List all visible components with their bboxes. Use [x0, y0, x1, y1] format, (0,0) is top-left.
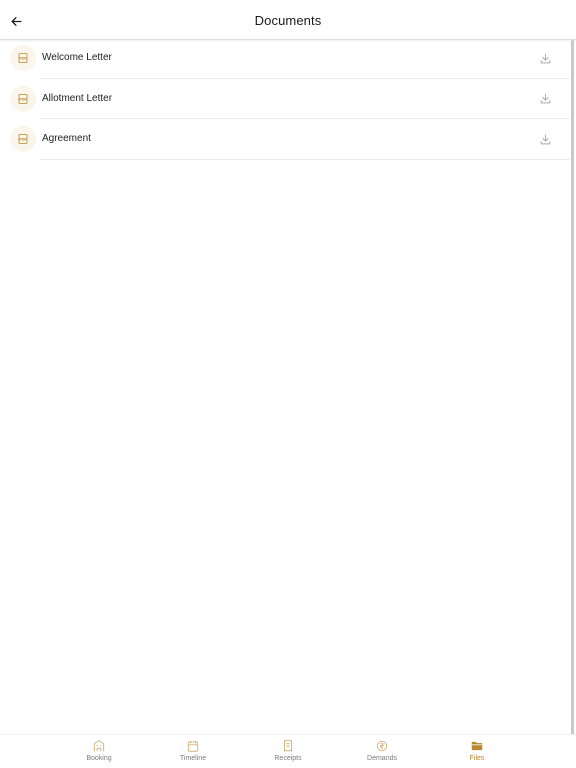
download-icon[interactable] [537, 131, 553, 147]
nav-item-timeline[interactable]: Timeline [163, 739, 223, 762]
nav-label: Demands [367, 755, 397, 762]
svg-text:PDF: PDF [20, 57, 28, 61]
folder-icon [471, 741, 483, 751]
nav-label: Timeline [179, 755, 207, 762]
document-label: Welcome Letter [42, 52, 112, 63]
pdf-file-icon: PDF [10, 45, 36, 71]
pdf-file-icon: PDF [10, 85, 36, 112]
nav-item-files[interactable]: Files [447, 739, 507, 762]
nav-label: Booking [86, 755, 112, 762]
document-label: Allotment Letter [42, 92, 113, 104]
document-item-allotment-letter[interactable]: PDF Allotment Letter [0, 79, 570, 119]
receipt-icon [284, 740, 292, 752]
calendar-icon [187, 740, 199, 752]
nav-item-demands[interactable]: Demands [352, 739, 412, 762]
download-icon[interactable] [537, 91, 553, 107]
nav-item-booking[interactable]: Booking [69, 739, 129, 762]
building-icon [93, 740, 105, 752]
svg-text:PDF: PDF [20, 97, 28, 101]
document-item-agreement[interactable]: PDF Agreement [0, 119, 570, 160]
bottom-navigation: Booking Timeline Receipts Demands Files [0, 734, 576, 768]
scrollbar[interactable] [571, 40, 574, 735]
nav-label: Receipts [274, 755, 302, 762]
rupee-demand-icon [376, 740, 388, 752]
download-icon[interactable] [537, 50, 553, 66]
nav-item-receipts[interactable]: Receipts [258, 739, 318, 762]
page-title: Documents [254, 13, 322, 28]
divider [40, 158, 570, 160]
document-label: Agreement [42, 133, 91, 144]
documents-list: PDF Welcome Letter PDF Allotment Letter [0, 38, 570, 160]
document-item-welcome-letter[interactable]: PDF Welcome Letter [0, 38, 570, 79]
svg-text:PDF: PDF [20, 138, 28, 142]
app-header: Documents [0, 0, 576, 40]
nav-label: Files [469, 755, 485, 762]
pdf-file-icon: PDF [10, 126, 36, 152]
